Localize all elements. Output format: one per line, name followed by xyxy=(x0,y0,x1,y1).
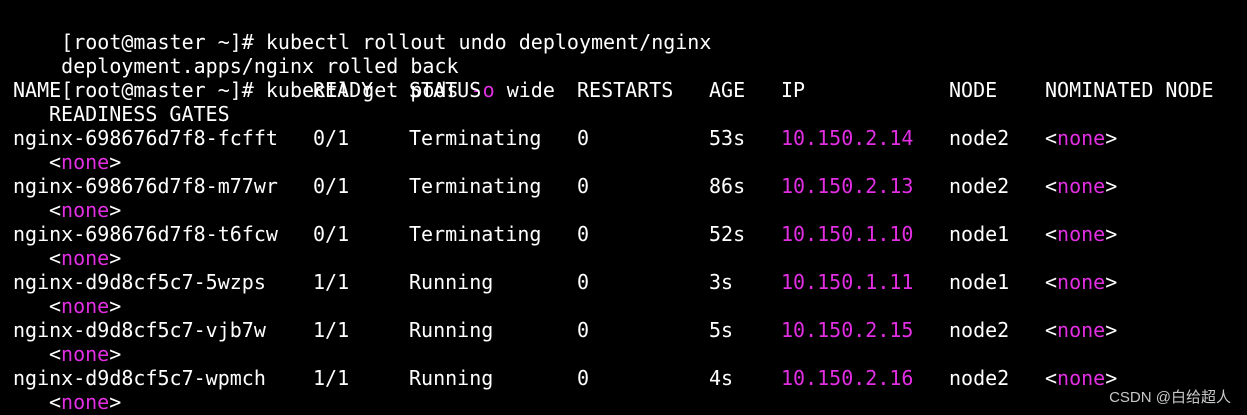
cell-name: nginx-d9d8cf5c7-wpmch xyxy=(13,366,266,390)
cell-restarts: 0 xyxy=(577,222,590,246)
cell-status: Terminating xyxy=(409,174,542,198)
cell-status: Running xyxy=(409,366,494,390)
cell-age: 53s xyxy=(709,126,746,150)
cell-ready: 0/1 xyxy=(313,126,350,150)
cell-ip: 10.150.2.13 xyxy=(781,174,914,198)
header-nominated-node: NOMINATED NODE xyxy=(1045,78,1214,102)
cell-name: nginx-d9d8cf5c7-vjb7w xyxy=(13,318,266,342)
cell-age: 4s xyxy=(709,366,734,390)
readiness-none-text: none xyxy=(61,342,110,366)
readiness-none-text: none xyxy=(61,198,110,222)
cell-node: node2 xyxy=(949,126,1010,150)
nominated-none-text: none xyxy=(1057,126,1106,150)
table-header: NAME READY STATUS RESTARTS AGE IP NODE N… xyxy=(13,78,1243,102)
cell-ready: 0/1 xyxy=(313,222,350,246)
table-row: nginx-d9d8cf5c7-vjb7w 1/1 Running 0 5s 10.150… xyxy=(13,318,1243,342)
cell-node: node1 xyxy=(949,222,1010,246)
cell-ip: 10.150.2.14 xyxy=(781,126,914,150)
cell-readiness-gates: <none> xyxy=(49,246,122,270)
table-row: nginx-698676d7f8-m77wr 0/1 Terminating 0 86s… xyxy=(13,174,1243,198)
cell-restarts: 0 xyxy=(577,126,590,150)
nominated-none-text: none xyxy=(1057,222,1106,246)
cell-status: Terminating xyxy=(409,126,542,150)
table-row: nginx-d9d8cf5c7-5wzps 1/1 Running 0 3s 10.150… xyxy=(13,270,1243,294)
cell-ip: 10.150.1.10 xyxy=(781,222,914,246)
header-age: AGE xyxy=(709,78,746,102)
cell-node: node2 xyxy=(949,174,1010,198)
cell-restarts: 0 xyxy=(577,174,590,198)
command-output: deployment.apps/nginx rolled back xyxy=(13,30,458,78)
cell-node: node2 xyxy=(949,366,1010,390)
cell-nominated-node: <none> xyxy=(1045,222,1118,246)
cell-status: Running xyxy=(409,318,494,342)
cell-name: nginx-698676d7f8-t6fcw xyxy=(13,222,278,246)
cell-restarts: 0 xyxy=(577,270,590,294)
readiness-none-text: none xyxy=(61,150,110,174)
readiness-none-text: none xyxy=(61,390,110,414)
cell-ready: 1/1 xyxy=(313,366,350,390)
command-line-get-pods: [root@master ~]# kubectl get pods -o wid… xyxy=(13,54,555,102)
readiness-none-text: none xyxy=(61,294,110,318)
cell-age: 86s xyxy=(709,174,746,198)
cell-nominated-node: <none> xyxy=(1045,174,1118,198)
cell-ip: 10.150.1.11 xyxy=(781,270,914,294)
table-header-wrap: READINESS GATES xyxy=(13,102,230,126)
watermark: CSDN @白给超人 xyxy=(1109,389,1231,406)
cell-name: nginx-698676d7f8-fcfft xyxy=(13,126,278,150)
cell-ready: 0/1 xyxy=(313,174,350,198)
table-row: nginx-d9d8cf5c7-wpmch 1/1 Running 0 4s 10.150… xyxy=(13,366,1243,390)
nominated-none-text: none xyxy=(1057,318,1106,342)
cell-name: nginx-d9d8cf5c7-5wzps xyxy=(13,270,266,294)
header-ip: IP xyxy=(781,78,806,102)
cell-age: 52s xyxy=(709,222,746,246)
cell-readiness-gates: <none> xyxy=(49,294,122,318)
cell-nominated-node: <none> xyxy=(1045,318,1118,342)
table-row: nginx-698676d7f8-fcfft 0/1 Terminating 0 53s… xyxy=(13,126,1243,150)
cell-age: 3s xyxy=(709,270,734,294)
cell-ready: 1/1 xyxy=(313,318,350,342)
cell-ip: 10.150.2.15 xyxy=(781,318,914,342)
cell-node: node1 xyxy=(949,270,1010,294)
cell-nominated-node: <none> xyxy=(1045,126,1118,150)
cell-status: Running xyxy=(409,270,494,294)
cell-restarts: 0 xyxy=(577,366,590,390)
readiness-none-text: none xyxy=(61,246,110,270)
header-name: NAME xyxy=(13,78,62,102)
cell-nominated-node: <none> xyxy=(1045,270,1118,294)
nominated-none-text: none xyxy=(1057,174,1106,198)
cell-status: Terminating xyxy=(409,222,542,246)
cell-ready: 1/1 xyxy=(313,270,350,294)
header-readiness-gates: READINESS GATES xyxy=(49,102,230,126)
cell-ip: 10.150.2.16 xyxy=(781,366,914,390)
cell-readiness-gates: <none> xyxy=(49,198,122,222)
terminal-window[interactable]: [root@master ~]# kubectl rollout undo de… xyxy=(0,0,1247,415)
cell-readiness-gates: <none> xyxy=(49,390,122,414)
cell-readiness-gates: <none> xyxy=(49,150,122,174)
header-status: STATUS xyxy=(409,78,482,102)
cell-nominated-node: <none> xyxy=(1045,366,1118,390)
cell-age: 5s xyxy=(709,318,734,342)
table-row: nginx-698676d7f8-t6fcw 0/1 Terminating 0 52s… xyxy=(13,222,1243,246)
header-ready: READY xyxy=(313,78,374,102)
header-restarts: RESTARTS xyxy=(577,78,674,102)
command-line-rollout: [root@master ~]# kubectl rollout undo de… xyxy=(13,6,711,54)
cell-node: node2 xyxy=(949,318,1010,342)
cell-readiness-gates: <none> xyxy=(49,342,122,366)
header-node: NODE xyxy=(949,78,998,102)
cell-name: nginx-698676d7f8-m77wr xyxy=(13,174,278,198)
nominated-none-text: none xyxy=(1057,270,1106,294)
nominated-none-text: none xyxy=(1057,366,1106,390)
cell-restarts: 0 xyxy=(577,318,590,342)
